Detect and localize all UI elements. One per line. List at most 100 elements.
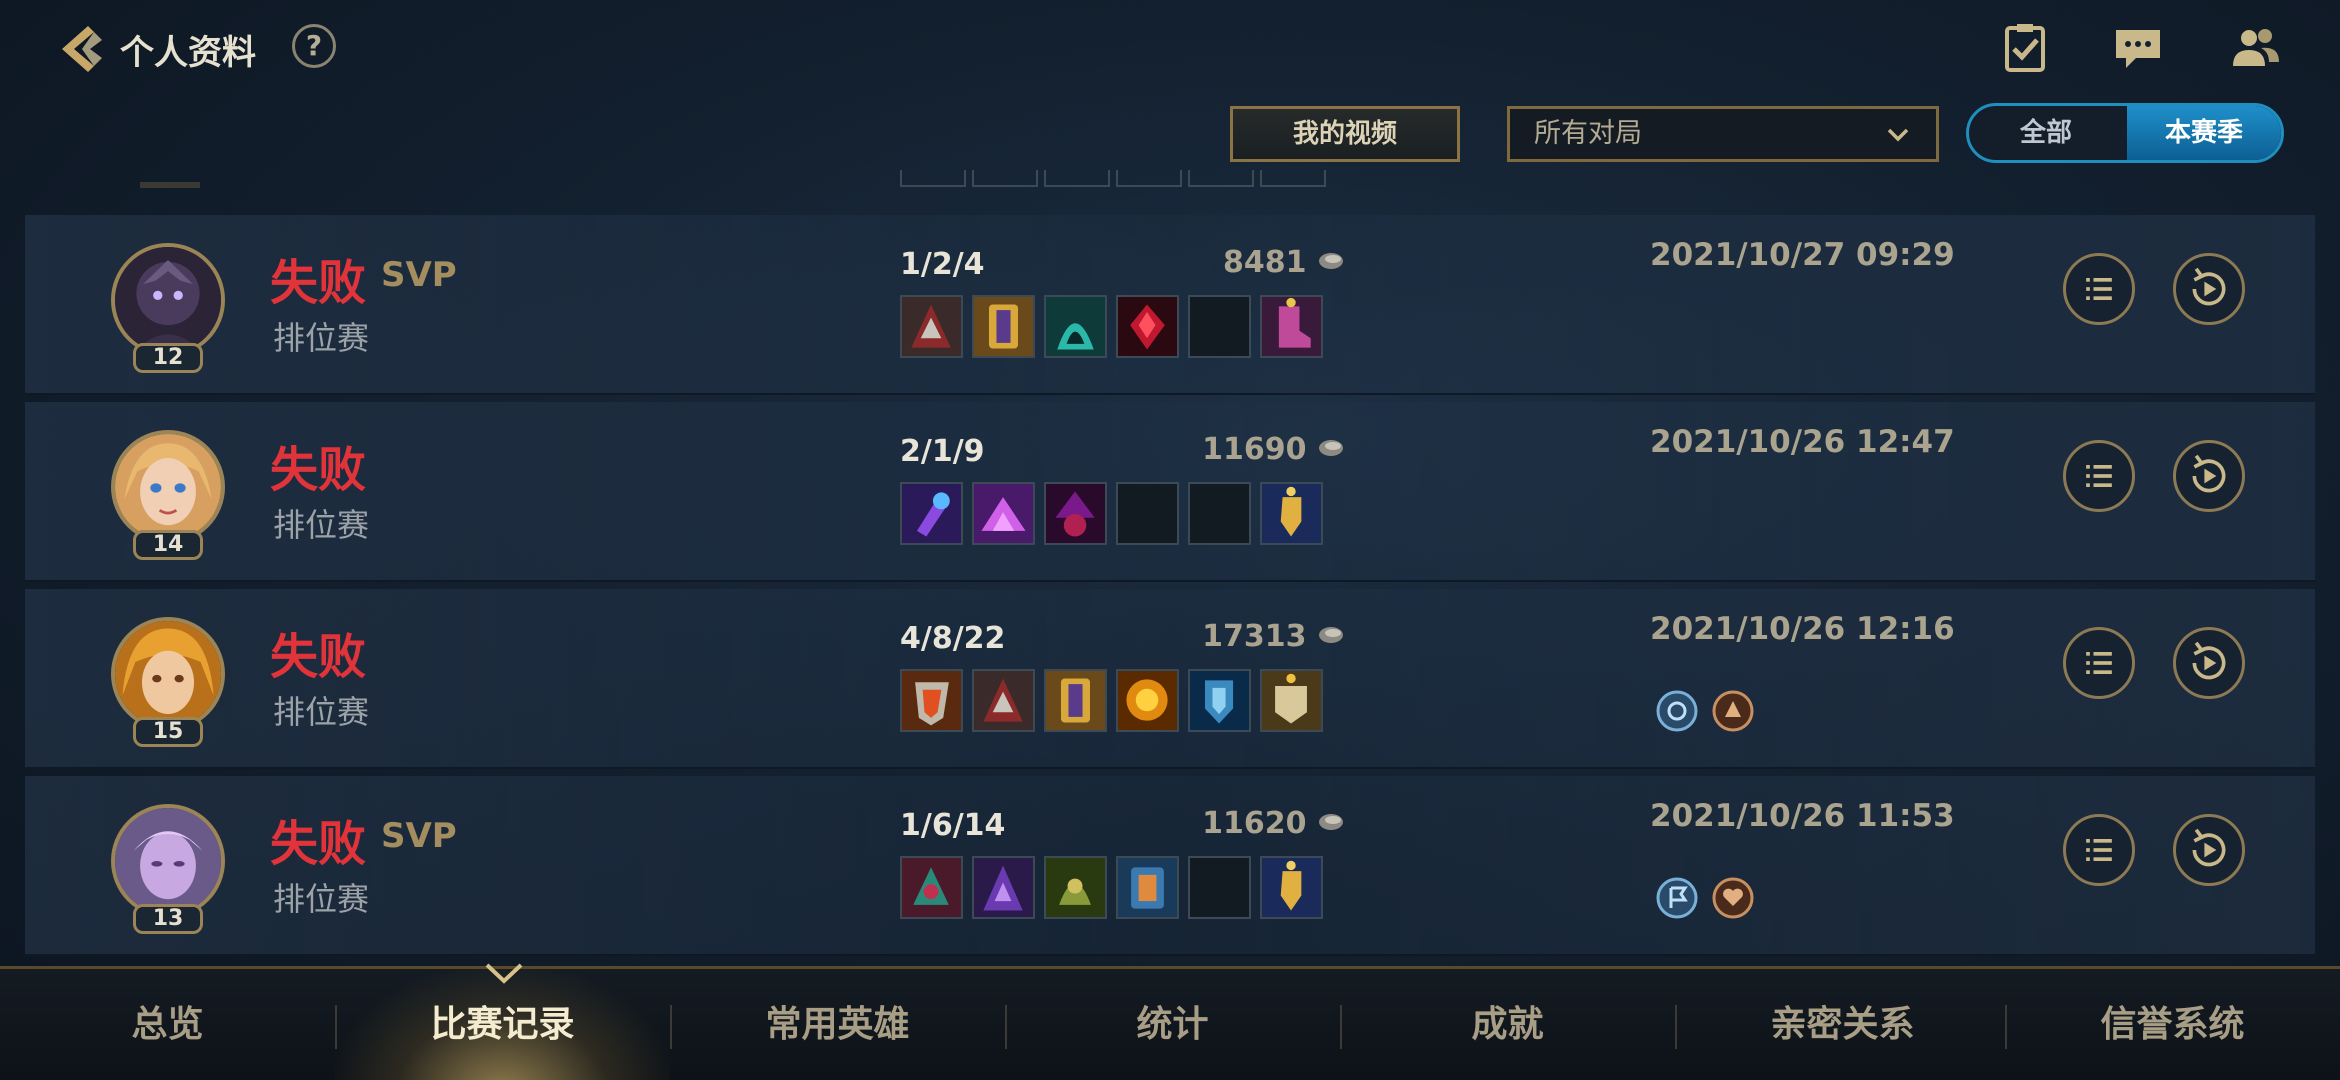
hero-level: 12 [133,343,203,373]
hero-level: 13 [133,904,203,934]
list-icon [2086,278,2112,300]
list-icon [2086,652,2112,674]
list-top-fade [25,170,2315,192]
match-mode: 排位赛 [273,319,370,357]
list-icon [2086,465,2112,487]
match-result: 失败 [270,255,367,311]
tab-heroes[interactable]: 常用英雄 [670,969,1005,1080]
gold-amount: 17313 [1145,619,1345,654]
item-slot[interactable] [1116,856,1179,919]
match-date: 2021/10/26 11:53 [1650,798,1955,834]
friends-icon[interactable] [2227,22,2283,74]
hero-avatar[interactable]: 14 [111,430,225,560]
item-slot[interactable] [1188,669,1251,732]
match-replay-button[interactable] [2173,814,2245,886]
hero-avatar[interactable]: 13 [111,804,225,934]
hero-avatar[interactable]: 12 [111,243,225,373]
match-row[interactable]: 15 失败 排位赛 4/8/22 17313 2021/10/26 12:16 [25,589,2315,769]
match-row[interactable]: 12 失败 SVP 排位赛 1/2/4 8481 2021/10/27 09:2… [25,215,2315,395]
match-replay-button[interactable] [2173,253,2245,325]
empty-item-slot[interactable] [1188,482,1251,545]
match-filter-value: 所有对局 [1534,118,1642,149]
season-toggle[interactable]: 全部 本赛季 [1966,103,2284,163]
match-date: 2021/10/27 09:29 [1650,237,1955,273]
match-date: 2021/10/26 12:47 [1650,424,1955,460]
gold-amount: 11690 [1145,432,1345,467]
chat-bubble-icon[interactable] [2110,22,2166,74]
tab-credit-system[interactable]: 信誉系统 [2005,969,2340,1080]
match-filter-select[interactable]: 所有对局 [1507,106,1939,162]
replay-icon [2192,641,2226,680]
gold-coin-icon [1319,253,1343,269]
tab-relationships[interactable]: 亲密关系 [1675,969,2010,1080]
item-slot[interactable] [900,295,963,358]
kill-badge-icon [1656,690,1698,732]
list-icon [2086,839,2112,861]
season-all-option[interactable]: 全部 [1969,106,2123,160]
hero-level: 15 [133,717,203,747]
match-replay-button[interactable] [2173,440,2245,512]
match-details-button[interactable] [2063,814,2135,886]
gold-coin-icon [1319,440,1343,456]
item-slot[interactable] [972,295,1035,358]
hero-avatar[interactable]: 15 [111,617,225,747]
item-slots [900,669,1323,732]
hero-level: 14 [133,530,203,560]
gold-amount: 11620 [1145,806,1345,841]
item-slot[interactable] [1044,295,1107,358]
clipboard-check-icon[interactable] [1997,22,2053,74]
match-details-button[interactable] [2063,627,2135,699]
gold-amount: 8481 [1145,245,1345,280]
gold-coin-icon [1319,814,1343,830]
item-slot[interactable] [1260,295,1323,358]
match-date: 2021/10/26 12:16 [1650,611,1955,647]
empty-item-slot[interactable] [1116,482,1179,545]
achievement-badges [1655,876,1755,920]
item-slot[interactable] [900,482,963,545]
flag-badge-icon [1656,877,1698,919]
support-badge-icon [1712,690,1754,732]
match-details-button[interactable] [2063,253,2135,325]
match-result: 失败 [270,442,367,498]
empty-item-slot[interactable] [1188,856,1251,919]
match-replay-button[interactable] [2173,627,2245,699]
replay-icon [2192,454,2226,493]
item-slot[interactable] [1044,856,1107,919]
tab-stats[interactable]: 统计 [1005,969,1340,1080]
season-current-option[interactable]: 本赛季 [2127,106,2281,160]
item-slot[interactable] [972,856,1035,919]
kda: 1/6/14 [900,808,1006,843]
chevron-down-icon [1887,128,1909,142]
my-videos-button[interactable]: 我的视频 [1230,106,1460,162]
item-slot[interactable] [1260,856,1323,919]
item-slot[interactable] [1044,669,1107,732]
match-details-button[interactable] [2063,440,2135,512]
item-slot[interactable] [1260,482,1323,545]
active-tab-indicator-icon [485,963,523,984]
kda: 2/1/9 [900,434,985,469]
svp-badge: SVP [381,816,457,856]
item-slot[interactable] [1260,669,1323,732]
item-slot[interactable] [900,856,963,919]
match-row[interactable]: 13 失败 SVP 排位赛 1/6/14 11620 2021/10/26 11… [25,776,2315,956]
match-result: 失败 [270,629,367,685]
match-mode: 排位赛 [273,693,370,731]
item-slot[interactable] [972,669,1035,732]
kda: 4/8/22 [900,621,1006,656]
back-arrow-icon[interactable] [50,20,106,78]
help-button[interactable]: ? [292,24,336,68]
match-result: 失败 [270,816,367,872]
tab-achievements[interactable]: 成就 [1340,969,1675,1080]
item-slots [900,295,1323,358]
item-slot[interactable] [972,482,1035,545]
item-slot[interactable] [1116,295,1179,358]
item-slot[interactable] [900,669,963,732]
match-row[interactable]: 14 失败 排位赛 2/1/9 11690 2021/10/26 12:47 [25,402,2315,582]
svp-badge: SVP [381,255,457,295]
item-slot[interactable] [1116,669,1179,732]
empty-item-slot[interactable] [1188,295,1251,358]
bottom-nav: 总览 比赛记录 常用英雄 统计 成就 亲密关系 信誉系统 [0,966,2340,1080]
tab-match-history[interactable]: 比赛记录 [335,969,670,1080]
item-slot[interactable] [1044,482,1107,545]
tab-overview[interactable]: 总览 [0,969,335,1080]
